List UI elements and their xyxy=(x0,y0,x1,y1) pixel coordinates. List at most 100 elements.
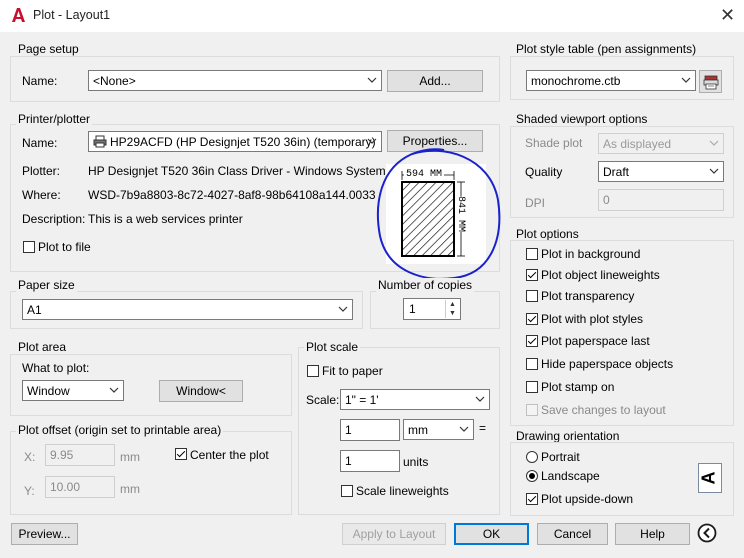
title-bar xyxy=(0,0,744,32)
orientation-letter: A xyxy=(698,471,719,485)
apply-to-layout-button[interactable]: Apply to Layout xyxy=(342,523,446,545)
plot-object-lineweights-checkbox[interactable] xyxy=(526,269,538,281)
plot-with-plot-styles-checkbox[interactable] xyxy=(526,313,538,325)
plot-options-legend: Plot options xyxy=(514,227,581,241)
page-setup-name-label: Name: xyxy=(22,74,58,88)
scale-denominator-input[interactable]: 1 xyxy=(340,450,400,472)
page-setup-name-value: <None> xyxy=(93,74,136,88)
printer-name-value: HP29ACFD (HP Designjet T520 36in) (tempo… xyxy=(110,135,376,149)
chevron-down-icon xyxy=(681,77,691,83)
plot-with-plot-styles-label: Plot with plot styles xyxy=(541,312,644,326)
page-setup-legend: Page setup xyxy=(16,42,81,56)
copies-value: 1 xyxy=(409,302,416,316)
chevron-down-icon xyxy=(338,306,348,312)
preview-button[interactable]: Preview... xyxy=(11,523,78,545)
plotter-value: HP Designjet T520 36in Class Driver - Wi… xyxy=(88,164,399,178)
window-select-button[interactable]: Window< xyxy=(159,380,243,402)
plot-paperspace-last-checkbox[interactable] xyxy=(526,335,538,347)
offset-y-label: Y: xyxy=(24,484,35,498)
hide-paperspace-objects-checkbox[interactable] xyxy=(526,358,538,370)
printer-name-select[interactable]: HP29ACFD (HP Designjet T520 36in) (tempo… xyxy=(88,131,382,152)
scale-numerator-input[interactable]: 1 xyxy=(340,419,400,441)
dpi-input[interactable]: 0 xyxy=(598,189,724,211)
plot-style-select[interactable]: monochrome.ctb xyxy=(526,70,696,91)
shade-plot-select[interactable]: As displayed xyxy=(598,133,724,154)
plot-in-background-checkbox[interactable] xyxy=(526,248,538,260)
center-plot-label: Center the plot xyxy=(190,448,269,462)
chevron-down-icon xyxy=(367,77,377,83)
window-title: Plot - Layout1 xyxy=(33,8,111,22)
description-label: Description: xyxy=(22,212,86,226)
plot-upside-down-label: Plot upside-down xyxy=(541,492,634,506)
where-value: WSD-7b9a8803-8c72-4027-8af8-98b64108a144… xyxy=(88,188,376,202)
edit-plot-style-button[interactable] xyxy=(699,70,722,93)
plot-to-file-label: Plot to file xyxy=(38,240,91,254)
ok-button[interactable]: OK xyxy=(454,523,529,545)
landscape-label: Landscape xyxy=(541,469,600,483)
spin-down-icon[interactable]: ▼ xyxy=(446,309,459,318)
autocad-a-icon xyxy=(12,8,25,22)
scale-equals-sign: = xyxy=(479,421,487,435)
plot-offset-legend: Plot offset (origin set to printable are… xyxy=(16,423,224,437)
save-changes-checkbox[interactable] xyxy=(526,404,538,416)
copies-legend: Number of copies xyxy=(376,278,475,292)
scale-lineweights-label: Scale lineweights xyxy=(356,484,449,498)
portrait-radio[interactable] xyxy=(526,451,538,463)
add-page-setup-button[interactable]: Add... xyxy=(387,70,483,92)
plot-area-legend: Plot area xyxy=(16,340,69,354)
plot-upside-down-checkbox[interactable] xyxy=(526,493,538,505)
description-value: This is a web services printer xyxy=(88,212,243,226)
what-to-plot-value: Window xyxy=(27,384,70,398)
plot-transparency-label: Plot transparency xyxy=(541,289,635,303)
offset-x-unit: mm xyxy=(120,450,140,464)
scale-label: Scale: xyxy=(306,393,340,407)
plot-scale-legend: Plot scale xyxy=(304,340,361,354)
fit-to-paper-checkbox[interactable] xyxy=(307,365,319,377)
center-plot-checkbox[interactable] xyxy=(175,448,187,460)
fit-to-paper-label: Fit to paper xyxy=(322,364,383,378)
shaded-legend: Shaded viewport options xyxy=(514,112,650,126)
chevron-down-icon xyxy=(109,387,119,393)
plot-style-legend: Plot style table (pen assignments) xyxy=(514,42,699,56)
quality-value: Draft xyxy=(603,165,630,179)
chevron-down-icon xyxy=(709,140,719,146)
edit-plot-style-icon xyxy=(703,75,719,90)
page-setup-name-select[interactable]: <None> xyxy=(88,70,382,91)
cancel-button[interactable]: Cancel xyxy=(537,523,608,545)
what-to-plot-select[interactable]: Window xyxy=(22,380,124,401)
shade-plot-label: Shade plot xyxy=(525,136,583,150)
quality-select[interactable]: Draft xyxy=(598,161,724,182)
annotation-circle xyxy=(377,148,501,280)
plot-stamp-on-checkbox[interactable] xyxy=(526,381,538,393)
hide-paperspace-objects-label: Hide paperspace objects xyxy=(541,357,674,371)
help-button[interactable]: Help xyxy=(615,523,690,545)
portrait-label: Portrait xyxy=(541,450,580,464)
landscape-radio[interactable] xyxy=(526,470,538,482)
scale-unit-select[interactable]: mm xyxy=(403,419,474,440)
offset-y-unit: mm xyxy=(120,482,140,496)
spin-up-icon[interactable]: ▲ xyxy=(446,300,459,309)
offset-x-input[interactable]: 9.95 xyxy=(45,444,115,466)
dpi-label: DPI xyxy=(525,196,546,210)
chevron-down-icon xyxy=(475,396,485,402)
shade-plot-value: As displayed xyxy=(603,137,672,151)
close-icon[interactable]: ✕ xyxy=(720,5,735,25)
plot-style-value: monochrome.ctb xyxy=(531,74,621,88)
plot-transparency-checkbox[interactable] xyxy=(526,290,538,302)
chevron-left-circle-icon[interactable] xyxy=(697,523,717,543)
paper-size-legend: Paper size xyxy=(16,278,77,292)
plot-object-lineweights-label: Plot object lineweights xyxy=(541,268,660,282)
paper-size-select[interactable]: A1 xyxy=(22,299,353,320)
scale-lineweights-checkbox[interactable] xyxy=(341,485,353,497)
chevron-down-icon xyxy=(459,426,469,432)
copies-spinner[interactable]: 1 ▲ ▼ xyxy=(403,298,461,320)
offset-y-input[interactable]: 10.00 xyxy=(45,476,115,498)
chevron-down-icon xyxy=(709,168,719,174)
what-to-plot-label: What to plot: xyxy=(22,361,90,375)
scale-select[interactable]: 1" = 1' xyxy=(340,389,490,410)
paper-size-value: A1 xyxy=(27,303,42,317)
printer-icon xyxy=(93,135,107,148)
save-changes-label: Save changes to layout xyxy=(541,403,666,417)
printer-legend: Printer/plotter xyxy=(16,112,93,126)
plot-to-file-checkbox[interactable] xyxy=(23,241,35,253)
